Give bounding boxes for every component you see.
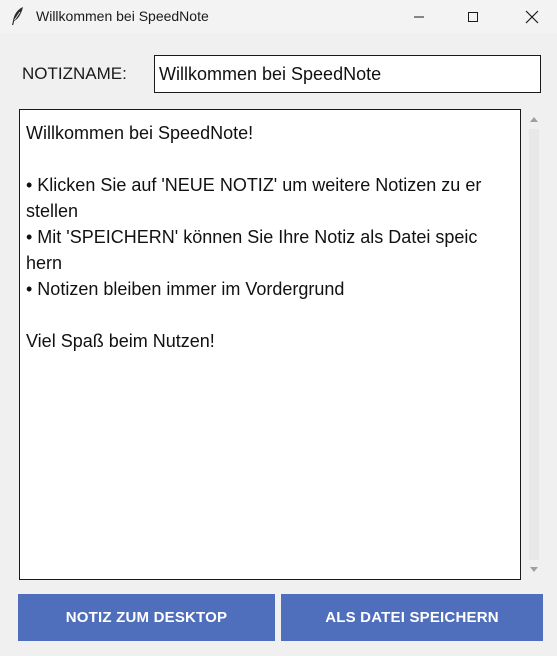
minimize-button[interactable] bbox=[396, 0, 442, 33]
maximize-icon bbox=[467, 11, 479, 23]
vertical-scrollbar[interactable] bbox=[524, 109, 544, 580]
title-bar: Willkommen bei SpeedNote bbox=[0, 0, 557, 33]
close-icon bbox=[525, 10, 539, 24]
note-to-desktop-button[interactable]: NOTIZ ZUM DESKTOP bbox=[18, 594, 275, 641]
maximize-button[interactable] bbox=[450, 0, 496, 33]
window-title: Willkommen bei SpeedNote bbox=[36, 8, 209, 24]
save-as-file-button[interactable]: ALS DATEI SPEICHERN bbox=[281, 594, 543, 641]
scroll-track[interactable] bbox=[529, 129, 539, 560]
feather-icon bbox=[10, 6, 26, 26]
note-editor-frame: Willkommen bei SpeedNote! • Klicken Sie … bbox=[19, 109, 521, 580]
minimize-icon bbox=[413, 11, 425, 23]
note-editor[interactable]: Willkommen bei SpeedNote! • Klicken Sie … bbox=[20, 110, 520, 579]
note-name-input[interactable] bbox=[154, 55, 541, 93]
scroll-down-arrow-icon[interactable] bbox=[524, 562, 544, 578]
main-content: NOTIZNAME: Willkommen bei SpeedNote! • K… bbox=[0, 33, 557, 656]
scroll-up-arrow-icon[interactable] bbox=[524, 111, 544, 127]
close-button[interactable] bbox=[509, 0, 555, 33]
note-name-label: NOTIZNAME: bbox=[22, 64, 127, 83]
